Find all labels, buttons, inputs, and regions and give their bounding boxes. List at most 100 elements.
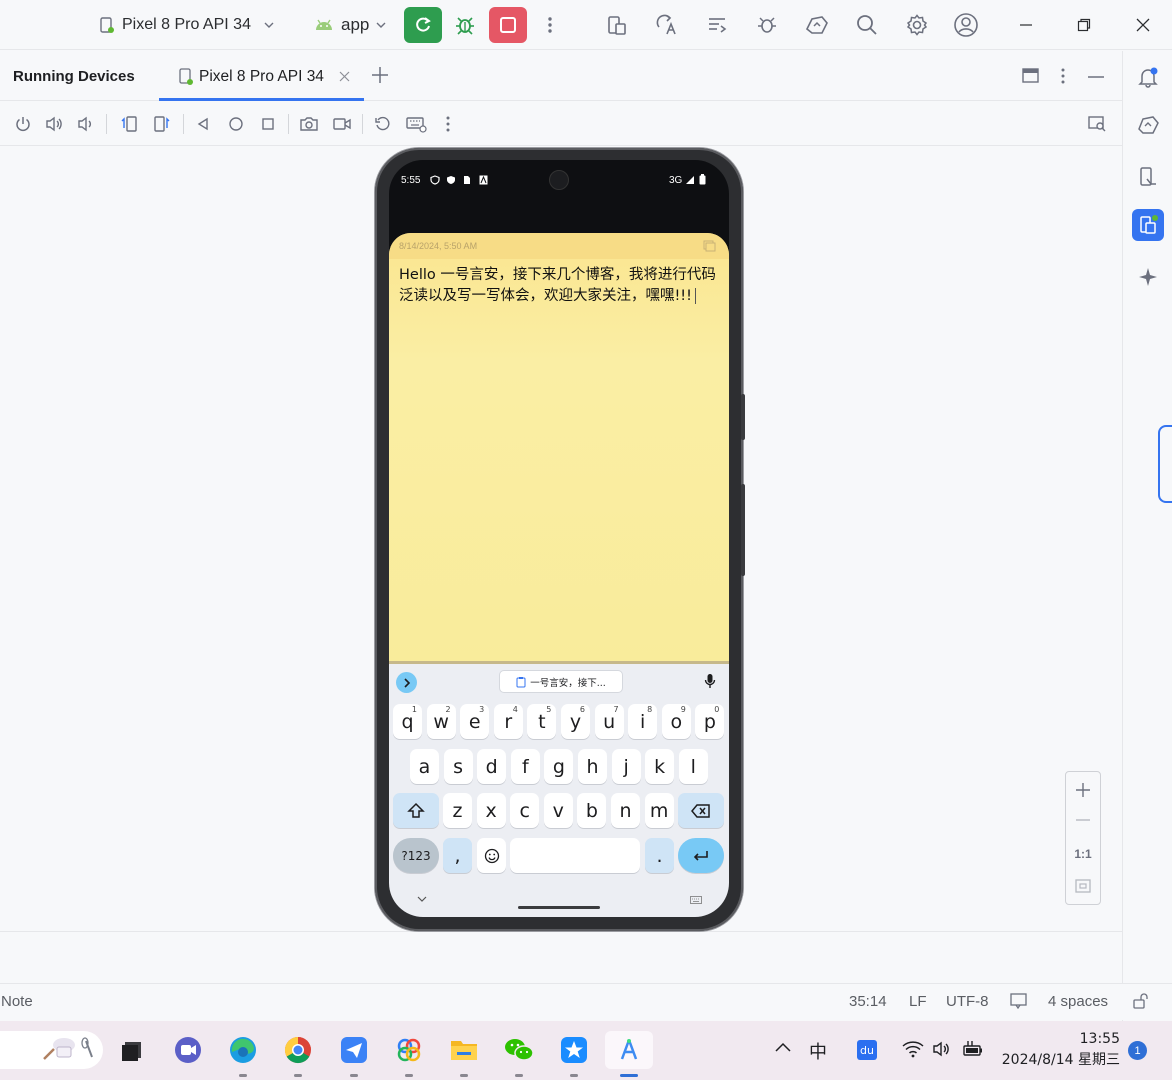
key-y[interactable]: y6	[561, 704, 590, 739]
note-body-text[interactable]: Hello 一号言安，接下来几个博客，我将进行代码泛读以及写一写体会，欢迎大家关…	[399, 265, 721, 307]
zoom-in-button[interactable]	[1066, 778, 1100, 802]
taskbar-wechat[interactable]	[500, 1031, 538, 1077]
key-o[interactable]: o9	[661, 704, 691, 739]
backspace-key[interactable]	[678, 793, 724, 828]
key-q[interactable]: q1	[393, 704, 422, 739]
taskbar-chrome[interactable]	[279, 1031, 317, 1077]
key-c[interactable]: c	[510, 793, 540, 828]
search-button[interactable]	[852, 10, 882, 40]
comma-key[interactable]: ,	[443, 838, 472, 873]
phone-screen[interactable]: 5:55 3G 8/14/2024, 5:50 AM Hello 一号言安，接下…	[389, 160, 729, 917]
taskbar-feishu[interactable]	[335, 1031, 373, 1077]
home-button[interactable]	[224, 112, 248, 136]
indent-setting[interactable]: 4 spaces	[1048, 993, 1108, 1010]
notifications-button[interactable]	[1132, 61, 1164, 93]
hide-icon[interactable]	[1087, 75, 1105, 79]
key-j[interactable]: j	[611, 749, 641, 784]
chevron-up-icon[interactable]	[775, 1042, 791, 1052]
key-x[interactable]: x	[476, 793, 506, 828]
account-button[interactable]	[951, 10, 981, 40]
emoji-key[interactable]	[477, 838, 506, 873]
taskbar-file-explorer[interactable]	[445, 1031, 483, 1077]
close-icon[interactable]	[339, 71, 350, 82]
key-u[interactable]: u7	[594, 704, 624, 739]
translate-button[interactable]	[652, 10, 682, 40]
rerun-button[interactable]	[404, 7, 442, 43]
caret-position[interactable]: 35:14	[849, 993, 887, 1010]
rotate-right-button[interactable]	[150, 112, 174, 136]
settings-button[interactable]	[902, 10, 932, 40]
more-vertical-icon[interactable]	[1060, 67, 1066, 85]
wifi-icon[interactable]	[902, 1040, 924, 1058]
key-f[interactable]: f	[510, 749, 540, 784]
screen-record-button[interactable]	[330, 112, 354, 136]
overview-button[interactable]	[256, 112, 280, 136]
side-panel-handle[interactable]	[1158, 425, 1172, 503]
notification-badge[interactable]: 1	[1128, 1041, 1147, 1060]
unlock-icon[interactable]	[1133, 993, 1151, 1009]
app-quality-button[interactable]	[752, 10, 782, 40]
taskbar-app-colorful[interactable]	[390, 1031, 428, 1077]
logcat-button[interactable]	[702, 10, 732, 40]
hide-keyboard-icon[interactable]	[417, 896, 427, 903]
device-explorer-button[interactable]	[1132, 161, 1164, 193]
key-r[interactable]: r4	[493, 704, 523, 739]
device-manager-button[interactable]	[602, 10, 632, 40]
key-a[interactable]: a	[410, 749, 439, 784]
taskbar-task-view[interactable]	[113, 1031, 151, 1069]
key-n[interactable]: n	[611, 793, 640, 828]
key-l[interactable]: l	[678, 749, 708, 784]
battery-charging-icon[interactable]	[962, 1040, 984, 1058]
taskbar-android-studio[interactable]	[605, 1031, 653, 1077]
key-w[interactable]: w2	[426, 704, 456, 739]
key-i[interactable]: i8	[628, 704, 658, 739]
volume-up-button[interactable]	[43, 112, 67, 136]
ai-assistant-button[interactable]	[1132, 261, 1164, 293]
stop-button[interactable]	[489, 7, 527, 43]
key-m[interactable]: m	[644, 793, 674, 828]
power-button[interactable]	[11, 112, 35, 136]
key-h[interactable]: h	[578, 749, 607, 784]
key-s[interactable]: s	[443, 749, 473, 784]
widgets-button[interactable]	[0, 1031, 103, 1069]
gesture-nav-bar[interactable]	[518, 906, 600, 909]
running-devices-sync-button[interactable]	[802, 10, 832, 40]
expand-toolbar-button[interactable]	[396, 672, 417, 693]
screenshot-button[interactable]	[297, 112, 321, 136]
run-config-selector[interactable]: app	[313, 8, 387, 42]
shift-key[interactable]	[393, 793, 439, 828]
key-t[interactable]: t5	[527, 704, 557, 739]
debug-button[interactable]	[446, 7, 484, 43]
more-options-button[interactable]	[436, 112, 460, 136]
device-mirroring-button[interactable]	[1132, 109, 1164, 141]
taskbar-meeting-app[interactable]	[169, 1031, 207, 1069]
add-tab-icon[interactable]	[371, 66, 389, 84]
sticky-note[interactable]: 8/14/2024, 5:50 AM Hello 一号言安，接下来几个博客，我将…	[389, 233, 729, 661]
key-v[interactable]: v	[543, 793, 573, 828]
keyboard-input-button[interactable]	[404, 112, 428, 136]
more-actions-button[interactable]	[535, 10, 565, 40]
status-context[interactable]: Note	[1, 993, 33, 1010]
key-b[interactable]: b	[577, 793, 607, 828]
running-devices-button[interactable]	[1132, 209, 1164, 241]
space-key[interactable]	[510, 838, 640, 873]
minimize-window-button[interactable]	[1011, 10, 1041, 40]
period-key[interactable]: .	[645, 838, 674, 873]
window-layout-icon[interactable]	[1022, 68, 1039, 83]
rotate-left-button[interactable]	[117, 112, 141, 136]
copy-note-icon[interactable]	[703, 240, 716, 252]
tab-device[interactable]: Pixel 8 Pro API 34	[159, 51, 364, 101]
close-window-button[interactable]	[1128, 10, 1158, 40]
zoom-out-button[interactable]	[1066, 808, 1100, 832]
keyboard-switch-icon[interactable]	[690, 896, 702, 904]
symbols-key[interactable]: ?123	[393, 838, 439, 873]
taskbar-edge[interactable]	[224, 1031, 262, 1077]
tab-size-icon[interactable]	[1010, 993, 1027, 1009]
microphone-button[interactable]	[704, 673, 716, 689]
back-button[interactable]	[191, 112, 215, 136]
key-p[interactable]: p0	[695, 704, 725, 739]
key-e[interactable]: e3	[460, 704, 490, 739]
key-g[interactable]: g	[544, 749, 574, 784]
device-selector[interactable]: Pixel 8 Pro API 34	[98, 8, 275, 42]
key-k[interactable]: k	[645, 749, 675, 784]
